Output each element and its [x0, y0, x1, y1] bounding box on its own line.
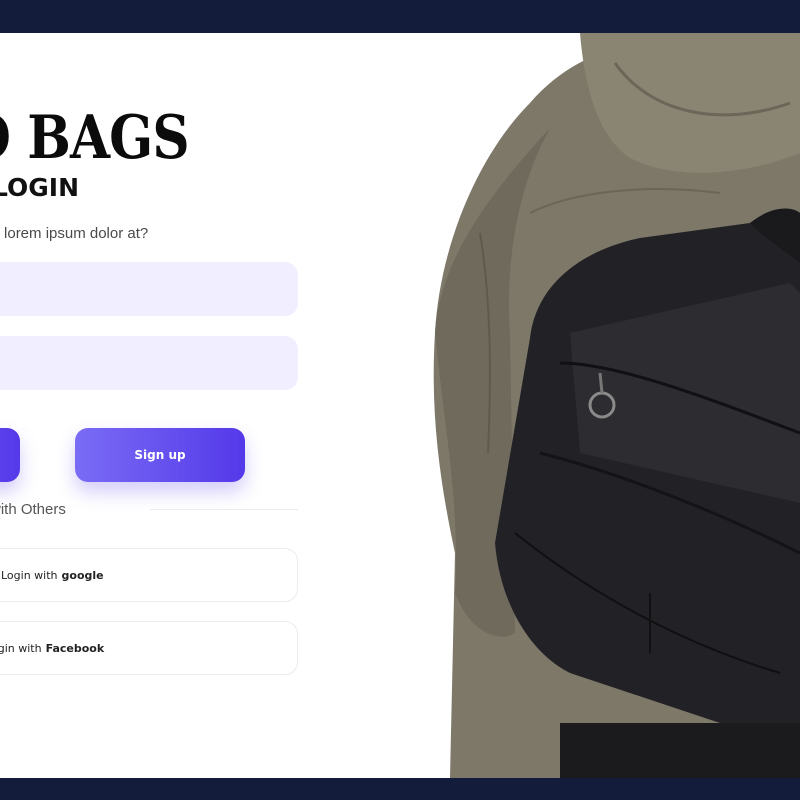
email-field[interactable] — [0, 262, 298, 316]
password-field[interactable] — [0, 336, 298, 390]
login-heading: LOGIN — [0, 173, 80, 202]
login-with-facebook-button[interactable]: ogin with Facebook — [0, 621, 298, 675]
hero-photo — [420, 33, 800, 778]
google-login-prefix: Login with — [1, 568, 58, 582]
login-page: O BAGS LOGIN rted lorem ipsum dolor at? … — [0, 33, 800, 778]
brand-logo: O BAGS — [0, 103, 190, 173]
signup-button[interactable]: Sign up — [75, 428, 245, 482]
google-brand-label: google — [61, 568, 104, 582]
login-subtitle: rted lorem ipsum dolor at? — [0, 225, 149, 242]
login-with-google-button[interactable]: Login with google — [0, 548, 298, 602]
login-button[interactable] — [0, 428, 20, 482]
facebook-brand-label: Facebook — [45, 641, 105, 655]
divider-label: with Others — [0, 501, 66, 518]
facebook-login-prefix: ogin with — [0, 641, 42, 655]
divider-line — [150, 509, 298, 510]
backpack-photo-illustration — [420, 33, 800, 778]
